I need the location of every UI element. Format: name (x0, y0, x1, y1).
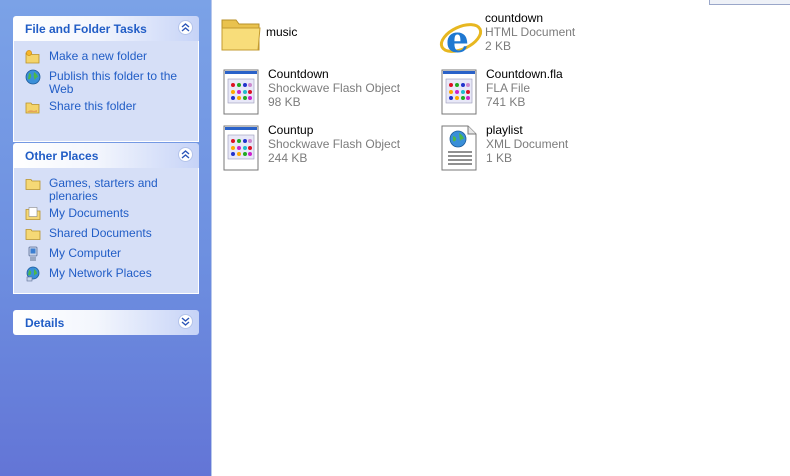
file-item-countdown-html[interactable]: e countdown HTML Document 2 KB (437, 11, 647, 68)
task-share-folder[interactable]: Share this folder (24, 99, 192, 119)
svg-text:e: e (446, 19, 469, 60)
other-places-panel: Other Places Games, starters and plenari… (13, 143, 199, 294)
expand-chevron-icon[interactable] (178, 314, 193, 329)
file-type: Shockwave Flash Object (268, 81, 401, 95)
collapse-chevron-icon[interactable] (178, 20, 193, 35)
file-name: playlist (486, 123, 523, 137)
fla-file-icon (441, 69, 477, 115)
task-label: Publish this folder to the Web (49, 69, 178, 96)
share-folder-icon (25, 102, 40, 114)
top-edge-divider (709, 0, 790, 5)
folder-icon (25, 229, 41, 240)
place-games-starters[interactable]: Games, starters and plenaries (24, 176, 192, 206)
file-size: 741 KB (486, 95, 526, 109)
place-my-computer[interactable]: My Computer (24, 246, 192, 266)
file-item-countdown-swf[interactable]: Countdown Shockwave Flash Object 98 KB (220, 67, 430, 124)
file-folder-tasks-panel: File and Folder Tasks Make a new folder … (13, 16, 199, 142)
my-documents-icon (25, 207, 41, 220)
file-type: FLA File (486, 81, 531, 95)
ie-html-icon: e (439, 19, 483, 60)
task-pane: File and Folder Tasks Make a new folder … (0, 0, 211, 476)
globe-icon (25, 69, 41, 85)
xml-document-icon (441, 125, 477, 171)
place-label: Shared Documents (49, 226, 152, 240)
file-type: HTML Document (485, 25, 576, 39)
place-label: My Documents (49, 206, 130, 220)
my-computer-icon (28, 246, 38, 261)
file-folder-tasks-body: Make a new folder Publish this folder to… (13, 41, 199, 142)
folder-icon (25, 179, 41, 190)
details-panel: Details (13, 310, 199, 335)
file-name: Countdown.fla (486, 67, 563, 81)
file-item-music[interactable]: music (218, 12, 428, 68)
details-title: Details (25, 316, 65, 330)
file-list-view: music e countdown HTML Document 2 KB Cou… (211, 0, 790, 476)
place-my-network-places[interactable]: My Network Places (24, 266, 192, 286)
details-header[interactable]: Details (13, 310, 199, 335)
file-size: 244 KB (268, 151, 308, 165)
task-publish-folder-web[interactable]: Publish this folder to the Web (24, 69, 192, 99)
place-label: My Computer (49, 246, 122, 260)
file-folder-tasks-title: File and Folder Tasks (25, 22, 147, 36)
place-my-documents[interactable]: My Documents (24, 206, 192, 226)
file-size: 1 KB (486, 151, 513, 165)
new-folder-icon (25, 50, 40, 64)
network-places-icon (26, 266, 40, 282)
file-name: Countdown (268, 67, 329, 81)
other-places-body: Games, starters and plenaries My Documen… (13, 168, 199, 294)
collapse-chevron-icon[interactable] (178, 147, 193, 162)
file-name: music (266, 25, 298, 39)
file-item-countdown-fla[interactable]: Countdown.fla FLA File 741 KB (438, 67, 648, 124)
file-name: Countup (268, 123, 314, 137)
file-type: XML Document (486, 137, 569, 151)
place-label: My Network Places (49, 266, 152, 280)
task-make-new-folder[interactable]: Make a new folder (24, 49, 192, 69)
other-places-header[interactable]: Other Places (13, 143, 199, 168)
file-size: 98 KB (268, 95, 301, 109)
file-item-playlist-xml[interactable]: playlist XML Document 1 KB (438, 123, 648, 180)
place-label: Games, starters and plenaries (49, 176, 158, 203)
place-shared-documents[interactable]: Shared Documents (24, 226, 192, 246)
task-label: Share this folder (49, 99, 137, 113)
file-item-countup-swf[interactable]: Countup Shockwave Flash Object 244 KB (220, 123, 430, 180)
task-label: Make a new folder (49, 49, 148, 63)
flash-object-icon (223, 69, 259, 115)
file-folder-tasks-header[interactable]: File and Folder Tasks (13, 16, 199, 41)
other-places-title: Other Places (25, 149, 99, 163)
file-type: Shockwave Flash Object (268, 137, 401, 151)
file-size: 2 KB (485, 39, 512, 53)
flash-object-icon (223, 125, 259, 171)
file-name: countdown (485, 11, 544, 25)
folder-icon (221, 19, 261, 51)
